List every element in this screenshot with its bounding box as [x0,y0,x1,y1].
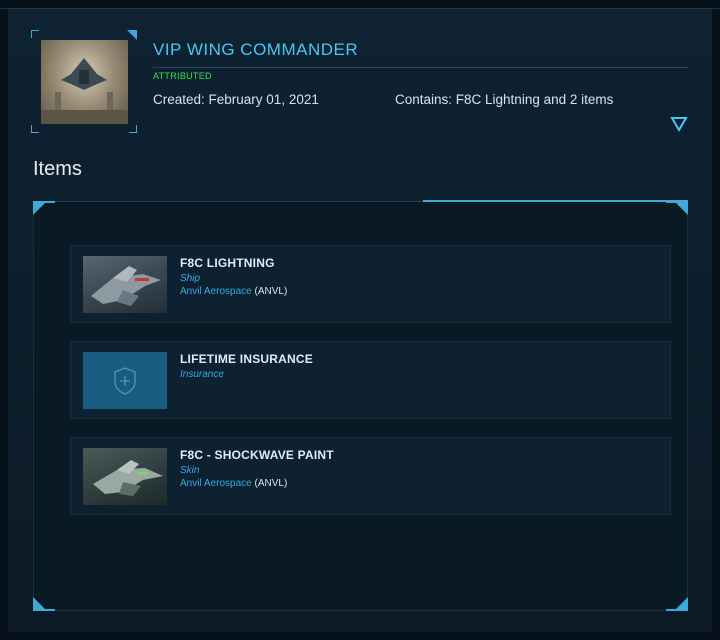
panel-corner-top-left [33,201,47,215]
frame-corner [129,125,137,133]
insurance-thumbnail [83,352,167,409]
list-item[interactable]: F8C LIGHTNING Ship Anvil Aerospace (ANVL… [70,245,671,323]
panel-corner-tick [666,201,688,203]
skin-thumbnail [83,448,167,505]
contains-summary: Contains: F8C Lightning and 2 items [395,92,614,107]
status-badge: ATTRIBUTED [153,71,212,81]
frame-corner [31,125,39,133]
manufacturer-code: (ANVL) [251,478,288,489]
panel-corner-tick [666,609,688,611]
panel-corner-tick [33,609,55,611]
shield-plus-icon [114,367,136,395]
item-type: Insurance [180,369,224,380]
items-heading: Items [33,158,82,180]
panel-corner-tick [33,201,55,203]
item-type: Skin [180,465,200,476]
list-item[interactable]: LIFETIME INSURANCE Insurance [70,341,671,419]
item-name: F8C - SHOCKWAVE PAINT [180,448,334,462]
panel-corner-top-right [674,201,688,215]
manufacturer-code: (ANVL) [251,286,288,297]
frame-notch [127,30,137,40]
manufacturer-name[interactable]: Anvil Aerospace [180,478,252,489]
item-name: F8C LIGHTNING [180,256,275,270]
manufacturer-name[interactable]: Anvil Aerospace [180,286,252,297]
item-manufacturer: Anvil Aerospace (ANVL) [180,286,287,297]
panel-top-accent [423,200,688,202]
list-item[interactable]: F8C - SHOCKWAVE PAINT Skin Anvil Aerospa… [70,437,671,515]
chevron-down-icon [670,117,688,132]
pledge-thumbnail-frame[interactable] [31,30,137,133]
title-divider [153,67,688,68]
expand-toggle-button[interactable] [670,116,688,132]
pledge-thumbnail [41,40,128,124]
item-manufacturer: Anvil Aerospace (ANVL) [180,478,287,489]
panel-top-border [33,201,423,202]
item-type: Ship [180,273,201,284]
item-name: LIFETIME INSURANCE [180,352,313,366]
frame-corner [31,30,39,38]
pledge-title: VIP WING COMMANDER [153,40,359,59]
created-date: Created: February 01, 2021 [153,92,319,107]
ship-thumbnail [83,256,167,313]
